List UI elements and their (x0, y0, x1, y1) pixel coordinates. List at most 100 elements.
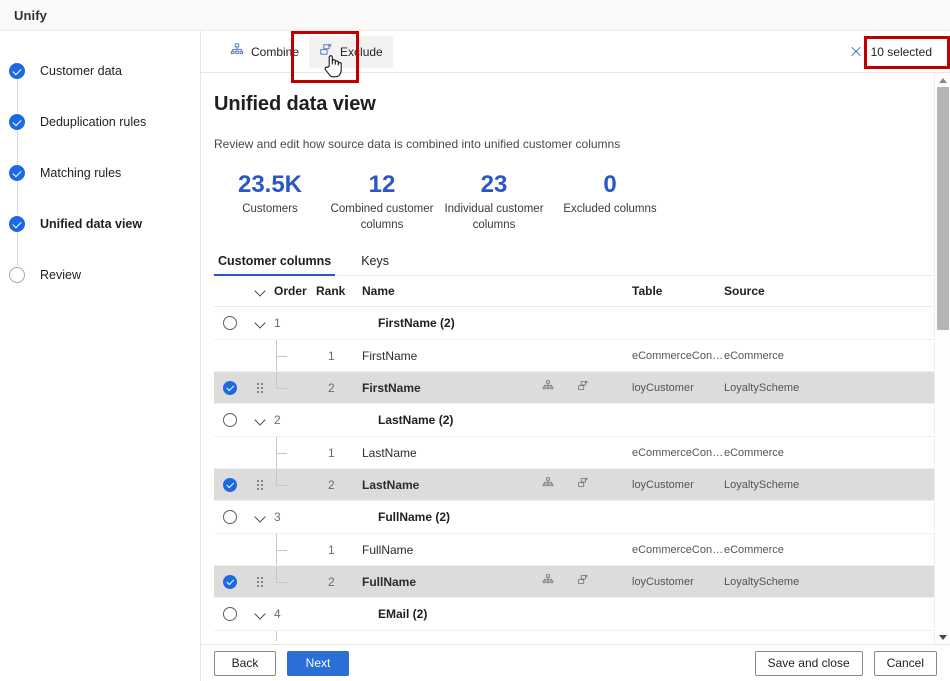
row-name: EMail (2) (378, 607, 428, 622)
app-title: Unify (14, 7, 47, 23)
scroll-up-arrow[interactable] (935, 73, 950, 87)
kpi-caption: Excluded columns (563, 203, 657, 216)
row-actions (542, 380, 632, 395)
kpi-caption: Customers (242, 203, 298, 216)
row-drag-handle[interactable] (246, 382, 274, 393)
header-expand-cell[interactable] (246, 286, 274, 296)
next-button[interactable]: Next (287, 650, 349, 676)
table-row[interactable]: 1 LastName eCommerceConta... eCommerce (214, 437, 950, 470)
table-row[interactable]: 3 FullName (2) (214, 501, 950, 535)
header-order[interactable]: Order (274, 284, 316, 298)
row-checkbox[interactable] (214, 316, 246, 331)
row-checkbox[interactable] (214, 574, 246, 589)
row-combine-icon[interactable] (542, 574, 554, 589)
row-exclude-icon[interactable] (577, 574, 589, 589)
table-row[interactable]: 2 FirstName loyCustomer LoyaltyScheme (214, 372, 950, 405)
table-row[interactable]: 2 LastName loyCustomer LoyaltyScheme (214, 469, 950, 502)
row-name: FirstName (362, 380, 421, 395)
back-button[interactable]: Back (214, 650, 276, 676)
row-checkbox[interactable] (214, 477, 246, 492)
row-table: eCommerceConta... (632, 446, 724, 459)
step-complete-icon (9, 114, 25, 130)
header-source[interactable]: Source (724, 284, 844, 298)
tab-label: Keys (361, 254, 390, 269)
row-source: LoyaltyScheme (724, 381, 800, 394)
tab-label: Customer columns (218, 254, 332, 269)
sidebar-item-unified-data-view[interactable]: Unified data view (0, 213, 200, 235)
combine-button[interactable]: Combine (220, 36, 309, 68)
row-expand-toggle[interactable] (246, 415, 274, 425)
table-row[interactable]: 1 FirstName (2) (214, 307, 950, 341)
row-expand-toggle[interactable] (246, 609, 274, 619)
kpi-combined-customer-columns: 12 Combined customer columns (326, 172, 438, 233)
table-row[interactable]: 2 FullName loyCustomer LoyaltyScheme (214, 566, 950, 599)
scroll-down-arrow[interactable] (935, 630, 950, 644)
row-drag-handle[interactable] (246, 576, 274, 587)
kpi-caption: Combined customer columns (330, 203, 434, 231)
clear-selection-button[interactable]: 10 selected (842, 36, 940, 68)
tab-customer-columns[interactable]: Customer columns (214, 247, 336, 277)
row-exclude-icon[interactable] (577, 477, 589, 492)
save-and-close-button[interactable]: Save and close (754, 650, 863, 676)
row-combine-icon[interactable] (542, 380, 554, 395)
sidebar-item-deduplication-rules[interactable]: Deduplication rules (0, 111, 200, 133)
kpi-value: 0 (603, 171, 617, 198)
tree-connector (276, 437, 287, 469)
wizard-footer: Back Next Save and close Cancel (201, 644, 950, 681)
cancel-button[interactable]: Cancel (873, 650, 937, 676)
row-expand-toggle[interactable] (246, 318, 274, 328)
checkbox-checked-icon (223, 574, 237, 589)
row-checkbox[interactable] (214, 510, 246, 525)
exclude-button[interactable]: Exclude (309, 35, 393, 68)
kpi-value: 12 (368, 171, 396, 198)
exclude-icon (319, 43, 333, 60)
row-combine-icon[interactable] (542, 477, 554, 492)
header-rank[interactable]: Rank (316, 284, 362, 298)
drag-handle-icon (257, 382, 263, 393)
row-order: 1 (274, 316, 281, 331)
table-row[interactable]: 1 FirstName eCommerceConta... eCommerce (214, 340, 950, 373)
row-order: 4 (274, 607, 281, 622)
sidebar-item-matching-rules[interactable]: Matching rules (0, 162, 200, 184)
row-name: LastName (362, 445, 417, 460)
drag-handle-icon (257, 576, 263, 587)
sidebar-item-label: Unified data view (40, 217, 143, 231)
row-name: LastName (2) (378, 413, 454, 428)
tree-connector (276, 534, 287, 566)
combine-label: Combine (251, 44, 300, 59)
tab-keys[interactable]: Keys (357, 247, 393, 275)
combine-icon (230, 43, 244, 60)
header-name[interactable]: Name (362, 284, 542, 298)
table-row[interactable]: 4 EMail (2) (214, 598, 950, 632)
checkbox-unchecked-icon (223, 413, 237, 428)
row-checkbox[interactable] (214, 413, 246, 428)
row-actions (542, 574, 632, 589)
tab-strip: Customer columns Keys (214, 247, 950, 277)
table-row[interactable]: 2 LastName (2) (214, 404, 950, 438)
chevron-up-icon (939, 77, 947, 83)
sidebar-item-review[interactable]: Review (0, 264, 200, 286)
row-checkbox[interactable] (214, 607, 246, 622)
header-table[interactable]: Table (632, 284, 724, 298)
kpi-caption: Individual customer columns (444, 203, 544, 231)
table-row-partial[interactable] (214, 631, 950, 642)
row-drag-handle[interactable] (246, 479, 274, 490)
chevron-down-icon (255, 512, 265, 522)
row-checkbox[interactable] (214, 380, 246, 395)
row-rank: 2 (328, 574, 335, 589)
row-exclude-icon[interactable] (577, 380, 589, 395)
step-complete-icon (9, 165, 25, 181)
table-row[interactable]: 1 FullName eCommerceConta... eCommerce (214, 534, 950, 567)
chevron-down-icon (255, 415, 265, 425)
row-expand-toggle[interactable] (246, 512, 274, 522)
kpi-value: 23 (480, 171, 508, 198)
sidebar-item-label: Matching rules (40, 166, 122, 180)
scrollbar-thumb[interactable] (937, 87, 949, 330)
tree-connector (276, 566, 287, 597)
row-rank: 1 (328, 348, 335, 363)
sidebar-item-customer-data[interactable]: Customer data (0, 60, 200, 82)
checkbox-unchecked-icon (223, 607, 237, 622)
app-title-bar: Unify (0, 0, 950, 31)
content-scrollbar[interactable] (934, 73, 950, 644)
kpi-individual-customer-columns: 23 Individual customer columns (438, 172, 550, 233)
